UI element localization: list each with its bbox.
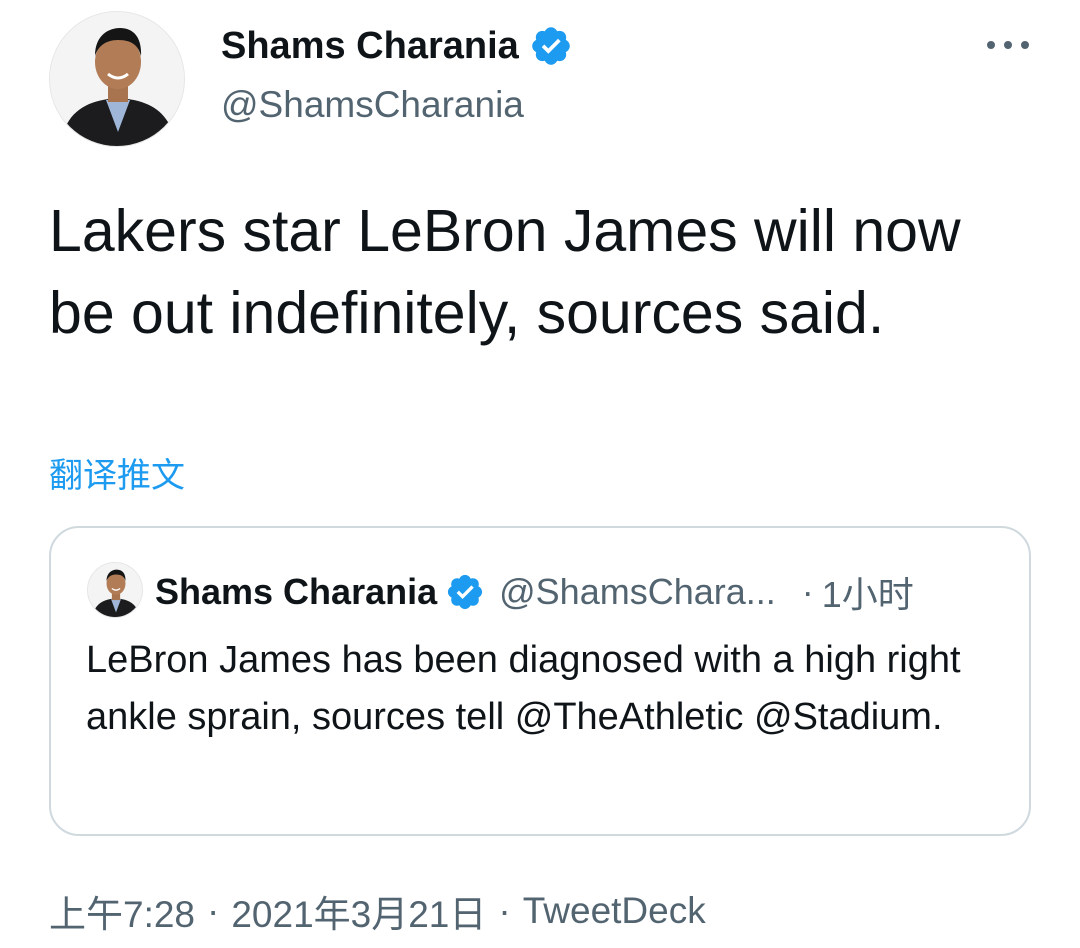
quoted-author-name: Shams Charania (155, 571, 438, 612)
tweet-meta: 上午7:28 · 2021年3月21日 · TweetDeck (49, 884, 706, 938)
tweet-source-link[interactable]: TweetDeck (523, 890, 706, 932)
tweet-time[interactable]: 上午7:28 (49, 884, 195, 938)
more-options-icon[interactable] (983, 30, 1033, 60)
verified-badge-icon (445, 572, 485, 612)
quoted-tweet-header: Shams Charania @ShamsChara... · 1小时 (155, 566, 914, 618)
quoted-tweet-time: 1小时 (821, 574, 914, 615)
separator-dot: · (207, 890, 220, 931)
translate-tweet-link[interactable]: 翻译推文 (49, 448, 185, 497)
quoted-tweet-text: LeBron James has been diagnosed with a h… (86, 639, 961, 738)
verified-badge-icon (529, 24, 573, 68)
separator-dot: · (498, 890, 511, 931)
quoted-tweet-card[interactable]: Shams Charania @ShamsChara... · 1小时 LeBr… (49, 526, 1031, 836)
tweet-text: Lakers star LeBron James will now be out… (49, 198, 961, 346)
quoted-author-avatar (87, 562, 143, 618)
quoted-author-handle: @ShamsChara... (499, 571, 776, 612)
author-handle[interactable]: @ShamsCharania (221, 84, 524, 126)
separator-dot: · (801, 571, 814, 612)
author-avatar[interactable] (49, 11, 185, 147)
tweet-date[interactable]: 2021年3月21日 (231, 884, 486, 938)
author-name[interactable]: Shams Charania (221, 24, 573, 68)
profile-photo-icon (50, 12, 184, 146)
profile-photo-icon (88, 563, 142, 617)
author-name-text: Shams Charania (221, 24, 519, 67)
